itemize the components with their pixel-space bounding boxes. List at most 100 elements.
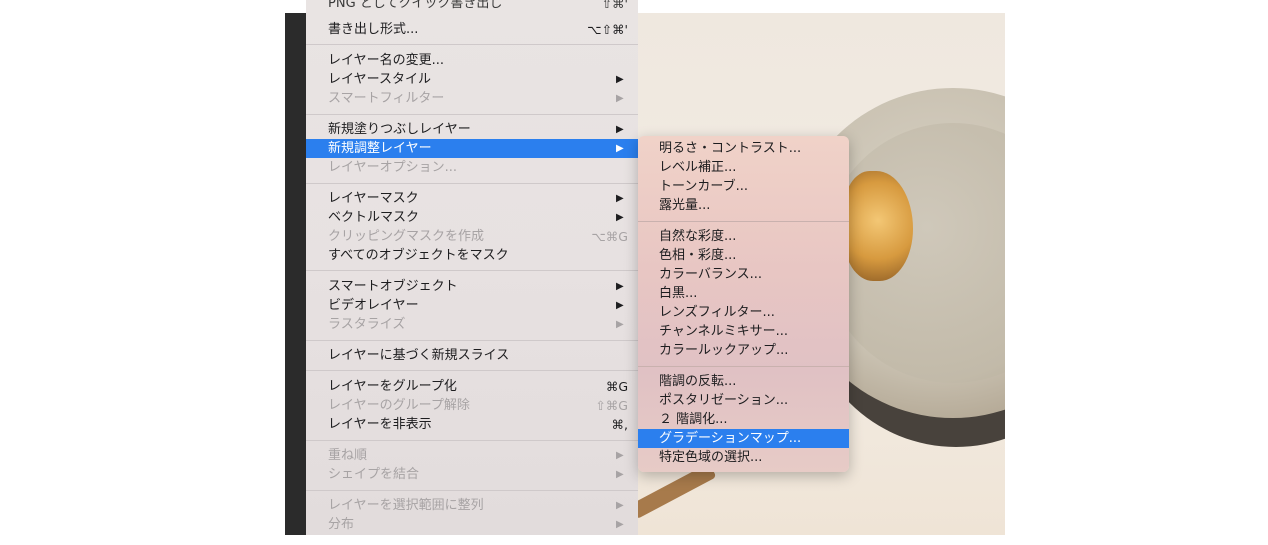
menu-item-label: 分布 bbox=[328, 517, 355, 532]
submenu-item-curves[interactable]: トーンカーブ... bbox=[638, 177, 849, 196]
menu-item-export-as[interactable]: 書き出し形式... ⌥⇧⌘' bbox=[306, 20, 638, 39]
menu-item-rasterize[interactable]: ラスタライズ ▶ bbox=[306, 315, 638, 334]
submenu-item-black-white[interactable]: 白黒... bbox=[638, 284, 849, 303]
menu-item-distribute[interactable]: 分布 ▶ bbox=[306, 515, 638, 534]
menu-item-arrange[interactable]: 重ね順 ▶ bbox=[306, 446, 638, 465]
menu-item-layer-style[interactable]: レイヤースタイル ▶ bbox=[306, 70, 638, 89]
menu-item-label: レイヤーをグループ化 bbox=[328, 379, 457, 394]
layer-menu: PNG としてクイック書き出し ⇧⌘' 書き出し形式... ⌥⇧⌘' レイヤー名… bbox=[306, 0, 638, 535]
submenu-item-label: 階調の反転... bbox=[659, 374, 737, 389]
submenu-item-label: カラーバランス... bbox=[659, 267, 763, 282]
menu-item-mask-all-objects[interactable]: すべてのオブジェクトをマスク bbox=[306, 246, 638, 265]
menu-separator bbox=[306, 370, 638, 371]
submenu-item-label: 白黒... bbox=[659, 286, 698, 301]
menu-item-label: レイヤー名の変更... bbox=[328, 53, 445, 68]
menu-item-hide-layers[interactable]: レイヤーを非表示 ⌘, bbox=[306, 415, 638, 434]
submenu-item-brightness-contrast[interactable]: 明るさ・コントラスト... bbox=[638, 139, 849, 158]
submenu-item-label: カラールックアップ... bbox=[659, 343, 789, 358]
menu-item-shortcut: ⇧⌘G bbox=[595, 398, 628, 413]
submenu-item-label: 露光量... bbox=[659, 198, 711, 213]
menu-item-new-layer-based-slice[interactable]: レイヤーに基づく新規スライス bbox=[306, 346, 638, 365]
menu-item-label: すべてのオブジェクトをマスク bbox=[328, 248, 509, 263]
submenu-arrow-icon: ▶ bbox=[616, 143, 624, 154]
menu-item-smart-objects[interactable]: スマートオブジェクト ▶ bbox=[306, 277, 638, 296]
menu-separator bbox=[306, 440, 638, 441]
submenu-item-label: トーンカーブ... bbox=[659, 179, 748, 194]
submenu-arrow-icon: ▶ bbox=[616, 519, 624, 530]
submenu-item-label: 明るさ・コントラスト... bbox=[659, 141, 802, 156]
menu-separator bbox=[306, 114, 638, 115]
menu-item-video-layers[interactable]: ビデオレイヤー ▶ bbox=[306, 296, 638, 315]
submenu-item-color-balance[interactable]: カラーバランス... bbox=[638, 265, 849, 284]
submenu-item-invert[interactable]: 階調の反転... bbox=[638, 372, 849, 391]
menu-item-align-to-selection[interactable]: レイヤーを選択範囲に整列 ▶ bbox=[306, 496, 638, 515]
menu-item-quick-export[interactable]: PNG としてクイック書き出し ⇧⌘' bbox=[306, 0, 638, 13]
menu-item-label: レイヤーを非表示 bbox=[328, 417, 432, 432]
menu-item-label: スマートフィルター bbox=[328, 91, 445, 106]
menu-item-layer-options[interactable]: レイヤーオプション... bbox=[306, 158, 638, 177]
menu-item-label: レイヤーに基づく新規スライス bbox=[328, 348, 510, 363]
menu-item-label: 新規調整レイヤー bbox=[328, 141, 432, 156]
submenu-item-channel-mixer[interactable]: チャンネルミキサー... bbox=[638, 322, 849, 341]
menu-item-label: レイヤーオプション... bbox=[328, 160, 458, 175]
menu-separator bbox=[306, 490, 638, 491]
submenu-arrow-icon: ▶ bbox=[616, 281, 624, 292]
menu-item-label: スマートオブジェクト bbox=[328, 279, 458, 294]
menu-item-label: ラスタライズ bbox=[328, 317, 406, 332]
menu-item-label: クリッピングマスクを作成 bbox=[328, 229, 485, 244]
menu-item-group-layers[interactable]: レイヤーをグループ化 ⌘G bbox=[306, 377, 638, 396]
menu-separator bbox=[306, 183, 638, 184]
menu-item-label: ビデオレイヤー bbox=[328, 298, 419, 313]
submenu-item-levels[interactable]: レベル補正... bbox=[638, 158, 849, 177]
submenu-item-hue-saturation[interactable]: 色相・彩度... bbox=[638, 246, 849, 265]
menu-item-shortcut: ⌘, bbox=[611, 417, 628, 432]
menu-item-shortcut: ⇧⌘' bbox=[601, 0, 628, 11]
menu-item-shortcut: ⌥⇧⌘' bbox=[587, 22, 628, 37]
menu-item-label: 新規塗りつぶしレイヤー bbox=[328, 122, 471, 137]
menu-item-label: 書き出し形式... bbox=[328, 22, 419, 37]
food-item bbox=[843, 171, 913, 281]
submenu-arrow-icon: ▶ bbox=[616, 74, 624, 85]
submenu-item-selective-color[interactable]: 特定色域の選択... bbox=[638, 448, 849, 467]
submenu-item-label: 色相・彩度... bbox=[659, 248, 737, 263]
menu-item-rename-layer[interactable]: レイヤー名の変更... bbox=[306, 51, 638, 70]
menu-item-new-fill-layer[interactable]: 新規塗りつぶしレイヤー ▶ bbox=[306, 120, 638, 139]
submenu-item-label: ポスタリゼーション... bbox=[659, 393, 789, 408]
submenu-arrow-icon: ▶ bbox=[616, 124, 624, 135]
submenu-item-label: グラデーションマップ... bbox=[659, 431, 802, 446]
menu-item-label: レイヤースタイル bbox=[328, 72, 431, 87]
submenu-item-label: チャンネルミキサー... bbox=[659, 324, 789, 339]
submenu-arrow-icon: ▶ bbox=[616, 300, 624, 311]
submenu-arrow-icon: ▶ bbox=[616, 212, 624, 223]
submenu-item-color-lookup[interactable]: カラールックアップ... bbox=[638, 341, 849, 360]
submenu-item-posterize[interactable]: ポスタリゼーション... bbox=[638, 391, 849, 410]
adjustment-layer-submenu: 明るさ・コントラスト... レベル補正... トーンカーブ... 露光量... … bbox=[638, 136, 849, 472]
menu-item-create-clipping-mask[interactable]: クリッピングマスクを作成 ⌥⌘G bbox=[306, 227, 638, 246]
menu-item-smart-filter[interactable]: スマートフィルター ▶ bbox=[306, 89, 638, 108]
menu-item-label: レイヤーを選択範囲に整列 bbox=[328, 498, 484, 513]
submenu-item-gradient-map[interactable]: グラデーションマップ... bbox=[638, 429, 849, 448]
submenu-item-vibrance[interactable]: 自然な彩度... bbox=[638, 227, 849, 246]
menu-item-combine-shapes[interactable]: シェイプを結合 ▶ bbox=[306, 465, 638, 484]
submenu-item-label: レンズフィルター... bbox=[659, 305, 775, 320]
menu-separator bbox=[306, 44, 638, 45]
menu-item-ungroup-layers[interactable]: レイヤーのグループ解除 ⇧⌘G bbox=[306, 396, 638, 415]
submenu-item-label: ２ 階調化... bbox=[659, 412, 728, 427]
submenu-separator bbox=[638, 221, 849, 222]
menu-item-label: PNG としてクイック書き出し bbox=[328, 0, 503, 11]
menu-item-vector-mask[interactable]: ベクトルマスク ▶ bbox=[306, 208, 638, 227]
submenu-item-threshold[interactable]: ２ 階調化... bbox=[638, 410, 849, 429]
menu-item-label: レイヤーのグループ解除 bbox=[328, 398, 470, 413]
menu-item-new-adjustment-layer[interactable]: 新規調整レイヤー ▶ bbox=[306, 139, 638, 158]
submenu-item-photo-filter[interactable]: レンズフィルター... bbox=[638, 303, 849, 322]
toolbar-strip bbox=[285, 13, 306, 535]
submenu-item-label: 特定色域の選択... bbox=[659, 450, 763, 465]
submenu-item-exposure[interactable]: 露光量... bbox=[638, 196, 849, 215]
menu-separator bbox=[306, 340, 638, 341]
submenu-arrow-icon: ▶ bbox=[616, 319, 624, 330]
menu-item-label: シェイプを結合 bbox=[328, 467, 420, 482]
submenu-separator bbox=[638, 366, 849, 367]
menu-item-layer-mask[interactable]: レイヤーマスク ▶ bbox=[306, 189, 638, 208]
submenu-item-label: 自然な彩度... bbox=[659, 229, 737, 244]
submenu-item-label: レベル補正... bbox=[659, 160, 737, 175]
